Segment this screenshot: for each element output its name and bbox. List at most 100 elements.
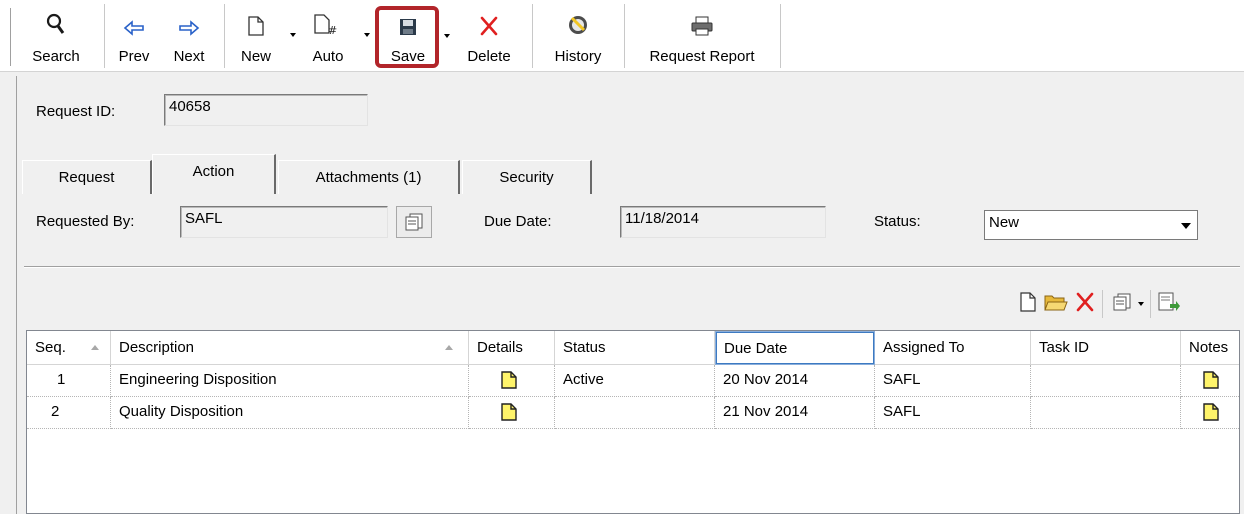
grid-toolbar (1012, 288, 1240, 320)
tab-attachments[interactable]: Attachments (1) (278, 160, 460, 194)
table-row[interactable]: 1 Engineering Disposition Active 20 Nov … (27, 365, 1239, 397)
grid-new-button[interactable] (1020, 292, 1036, 316)
status-cell (555, 397, 715, 429)
prev-button[interactable]: Prev (112, 2, 156, 68)
column-header-label: Status (563, 339, 606, 356)
toolbar-separator (624, 4, 625, 68)
history-label: History (554, 48, 602, 65)
grid-delete-button[interactable] (1076, 292, 1094, 316)
toolbar-separator (532, 4, 533, 68)
tab-attachments-label: Attachments (1) (315, 169, 422, 186)
grid-export-button[interactable] (1158, 292, 1180, 316)
task-id-cell (1031, 397, 1181, 429)
arrow-right-icon (178, 2, 200, 36)
requested-by-label: Requested By: (36, 213, 135, 230)
requested-by-lookup-button[interactable] (396, 206, 432, 238)
chevron-down-icon (1181, 223, 1191, 229)
save-dropdown-arrow[interactable] (444, 34, 450, 38)
auto-label: Auto (312, 48, 344, 65)
auto-button[interactable]: # Auto (302, 2, 354, 68)
new-document-icon (248, 2, 264, 36)
column-header-label: Seq. (35, 339, 66, 356)
column-header-label: Description (119, 339, 195, 356)
auto-dropdown-arrow[interactable] (364, 33, 370, 37)
toolbar-grip (10, 8, 12, 66)
due-date-cell: 20 Nov 2014 (715, 365, 875, 397)
delete-x-icon (1076, 292, 1094, 312)
toolbar-separator (104, 4, 105, 68)
search-icon (45, 2, 67, 36)
column-header-label: Notes (1189, 339, 1229, 356)
new-label: New (240, 48, 271, 65)
column-header-notes[interactable]: Notes (1181, 331, 1239, 365)
delete-button[interactable]: Delete (458, 2, 520, 68)
request-report-button[interactable]: Request Report (632, 2, 772, 68)
grid-open-button[interactable] (1044, 292, 1068, 316)
note-icon (1203, 371, 1219, 389)
column-header-label: Assigned To (883, 339, 965, 356)
history-button[interactable]: History (540, 2, 616, 68)
request-id-field: 40658 (164, 94, 368, 126)
printer-icon (691, 2, 713, 36)
tab-action-label: Action (192, 163, 235, 180)
notes-cell[interactable] (1181, 397, 1239, 429)
export-icon (1158, 292, 1180, 311)
delete-label: Delete (467, 48, 511, 65)
next-button[interactable]: Next (166, 2, 212, 68)
column-header-label: Due Date (724, 340, 788, 357)
description-cell: Quality Disposition (111, 397, 469, 429)
toolbar-separator (1150, 290, 1151, 318)
arrow-left-icon (123, 2, 145, 36)
new-dropdown-arrow[interactable] (290, 33, 296, 37)
status-label: Status: (874, 213, 921, 230)
open-folder-icon (1044, 295, 1068, 311)
tab-security-label: Security (499, 169, 554, 186)
tab-action[interactable]: Action (152, 154, 276, 194)
column-header-description[interactable]: Description (111, 331, 469, 365)
sort-ascending-icon (91, 345, 99, 350)
lookup-card-icon (405, 213, 423, 231)
new-document-icon (1020, 292, 1036, 312)
tab-request-label: Request (58, 169, 115, 186)
status-select[interactable]: New (984, 210, 1198, 240)
sort-ascending-icon (445, 345, 453, 350)
new-button[interactable]: New (236, 2, 276, 68)
prev-label: Prev (118, 48, 150, 65)
tab-security[interactable]: Security (462, 160, 592, 194)
due-date-cell: 21 Nov 2014 (715, 397, 875, 429)
column-header-task-id[interactable]: Task ID (1031, 331, 1181, 365)
grid-lookup-dropdown-arrow[interactable] (1138, 302, 1144, 306)
column-header-seq[interactable]: Seq. (27, 331, 111, 365)
column-header-status[interactable]: Status (555, 331, 715, 365)
due-date-label: Due Date: (484, 213, 552, 230)
status-cell: Active (555, 365, 715, 397)
column-header-assigned-to[interactable]: Assigned To (875, 331, 1031, 365)
details-cell[interactable] (469, 365, 555, 397)
column-header-label: Details (477, 339, 523, 356)
history-icon (567, 2, 589, 36)
section-divider (24, 266, 1240, 268)
search-button[interactable]: Search (18, 2, 94, 68)
notes-cell[interactable] (1181, 365, 1239, 397)
toolbar-separator (224, 4, 225, 68)
grid-lookup-button[interactable] (1112, 292, 1132, 316)
details-cell[interactable] (469, 397, 555, 429)
status-select-value: New (989, 214, 1020, 231)
assigned-to-cell: SAFL (875, 397, 1031, 429)
column-header-label: Task ID (1039, 339, 1090, 356)
tab-request[interactable]: Request (22, 160, 152, 194)
toolbar-separator (780, 4, 781, 68)
request-id-label: Request ID: (36, 103, 116, 120)
grid-header: Seq. Description Details Status Due Date… (27, 331, 1239, 365)
save-highlight-box (375, 6, 439, 68)
auto-number-document-icon: # (314, 2, 342, 36)
column-header-details[interactable]: Details (469, 331, 555, 365)
column-header-due-date[interactable]: Due Date (715, 331, 875, 365)
requested-by-field: SAFL (180, 206, 388, 238)
description-cell: Engineering Disposition (111, 365, 469, 397)
request-report-label: Request Report (649, 48, 755, 65)
task-id-cell (1031, 365, 1181, 397)
due-date-field: 11/18/2014 (620, 206, 826, 238)
table-row[interactable]: 2 Quality Disposition 21 Nov 2014 SAFL (27, 397, 1239, 429)
lookup-card-icon (1113, 293, 1131, 311)
